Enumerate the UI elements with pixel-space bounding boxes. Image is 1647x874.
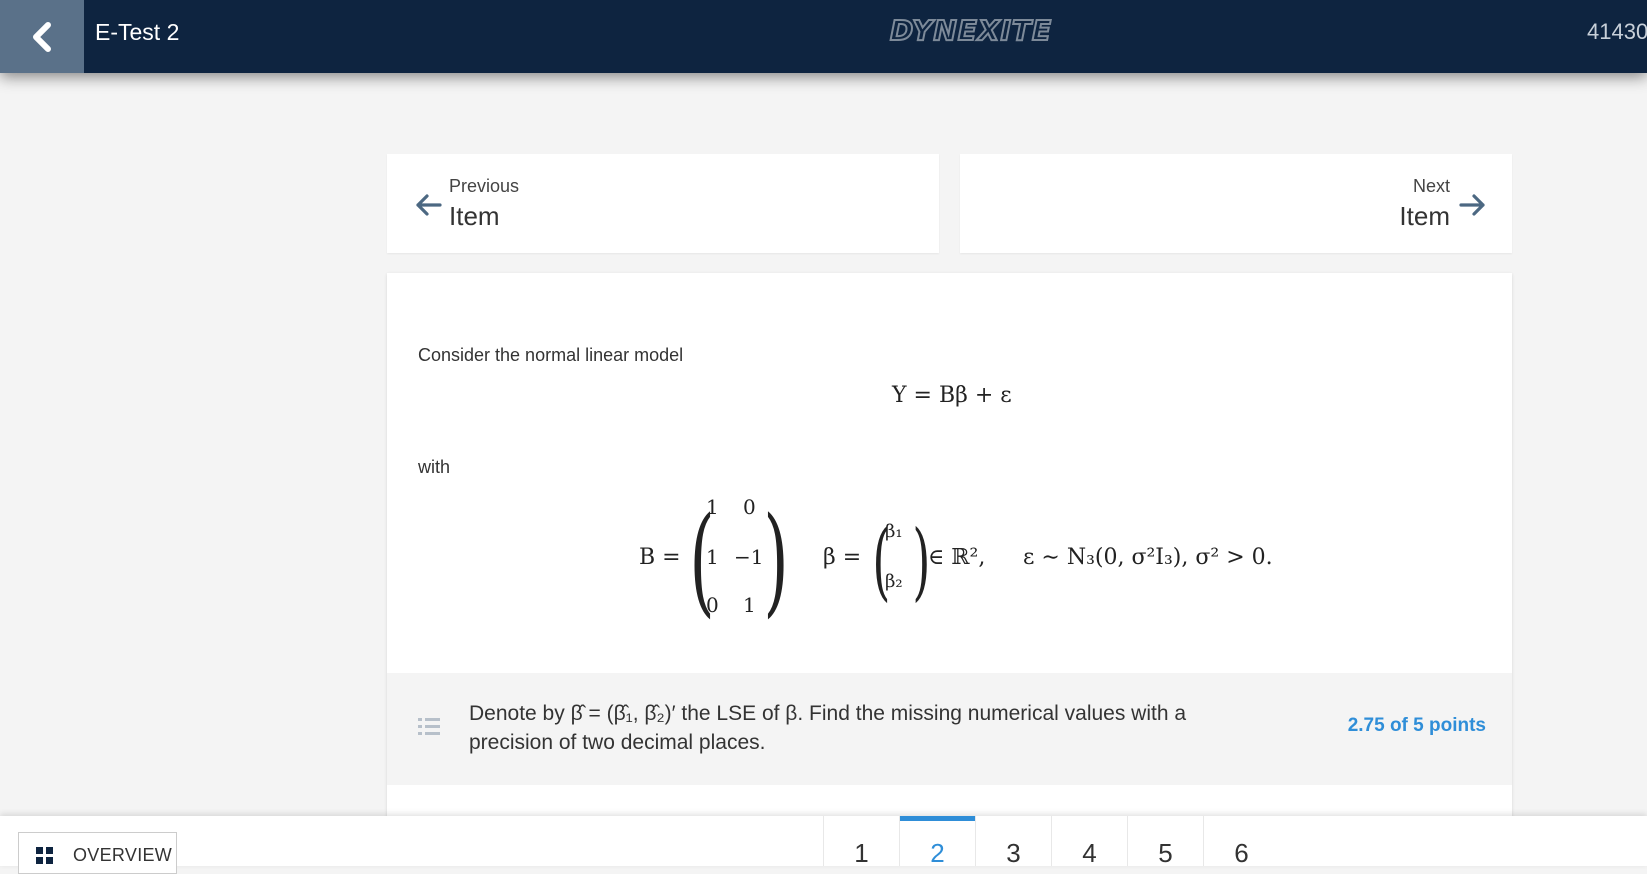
beta-label: β =: [823, 545, 862, 570]
points-badge: 2.75 of 5 points: [1347, 715, 1486, 736]
subquestion-text: Denote by β̂ = (β̂₁, β̂₂)′ the LSE of β.…: [469, 702, 1187, 754]
next-item-button[interactable]: Next Item: [960, 154, 1512, 253]
tab-number: 3: [1006, 838, 1021, 868]
beta-space: ∈ ℝ²,: [928, 545, 986, 570]
matrix-b-cell: 1: [706, 495, 719, 519]
previous-item-label: Item: [449, 201, 500, 231]
overview-button[interactable]: OVERVIEW: [18, 832, 177, 874]
previous-label: Previous: [449, 176, 520, 196]
question-tab-2[interactable]: 2: [899, 816, 975, 868]
tab-number: 1: [854, 838, 869, 868]
beta-component: β₁: [885, 521, 903, 542]
epsilon-distribution: ε ∼ N₃(0, σ²I₃), σ² > 0.: [1023, 545, 1273, 570]
question-tab-5[interactable]: 5: [1127, 816, 1203, 868]
previous-item-button[interactable]: Previous Item: [387, 154, 939, 253]
question-card: Consider the normal linear model Y = Bβ …: [387, 273, 1512, 846]
matrix-b-cell: 1: [743, 593, 756, 617]
brand-logo: DYNEXITE: [889, 13, 1053, 48]
matrix-b-cell: −1: [734, 545, 764, 569]
matrix-b-cell: 1: [706, 545, 719, 569]
next-item-label: Item: [1399, 201, 1450, 231]
question-tab-3[interactable]: 3: [975, 816, 1051, 868]
chevron-left-icon: [33, 21, 51, 52]
arrow-right-icon: [1459, 194, 1485, 216]
matrix-b-label: B =: [639, 545, 681, 570]
question-tab-4[interactable]: 4: [1051, 816, 1127, 868]
matrix-b-cell: 0: [743, 495, 756, 519]
tab-number: 4: [1082, 838, 1097, 868]
overview-label: OVERVIEW: [73, 845, 173, 865]
grid-icon: [36, 847, 53, 864]
exam-title: E-Test 2: [95, 19, 180, 45]
question-tab-6[interactable]: 6: [1203, 816, 1279, 868]
model-definitions: B = ( ) 1 0 1 −1 0 1 , β = ( ) β₁ β₂ ∈ ℝ…: [637, 495, 1457, 635]
question-tabs: 1 2 3 4 5 6: [823, 816, 1279, 868]
subquestion-bar: Denote by β̂ = (β̂₁, β̂₂)′ the LSE of β.…: [387, 673, 1512, 785]
bottom-bar: OVERVIEW 1 2 3 4 5 6: [0, 816, 1647, 874]
with-text: with: [418, 457, 451, 477]
beta-component: β₂: [885, 571, 903, 592]
top-bar: E-Test 2 DYNEXITE 41430: [0, 0, 1647, 73]
tab-number: 2: [930, 838, 945, 868]
question-intro: Consider the normal linear model: [418, 345, 684, 365]
tab-number: 6: [1234, 838, 1249, 868]
next-label: Next: [1412, 176, 1450, 196]
model-equation: Y = Bβ + ε: [892, 383, 1012, 408]
user-id: 41430: [1587, 19, 1647, 44]
matrix-b-cell: 0: [706, 593, 719, 617]
arrow-left-icon: [416, 194, 442, 216]
matrix-b-comma: ,: [778, 545, 785, 570]
list-icon: [418, 718, 440, 735]
question-tab-1[interactable]: 1: [823, 816, 899, 868]
back-button[interactable]: [0, 0, 84, 73]
tab-number: 5: [1158, 838, 1173, 868]
